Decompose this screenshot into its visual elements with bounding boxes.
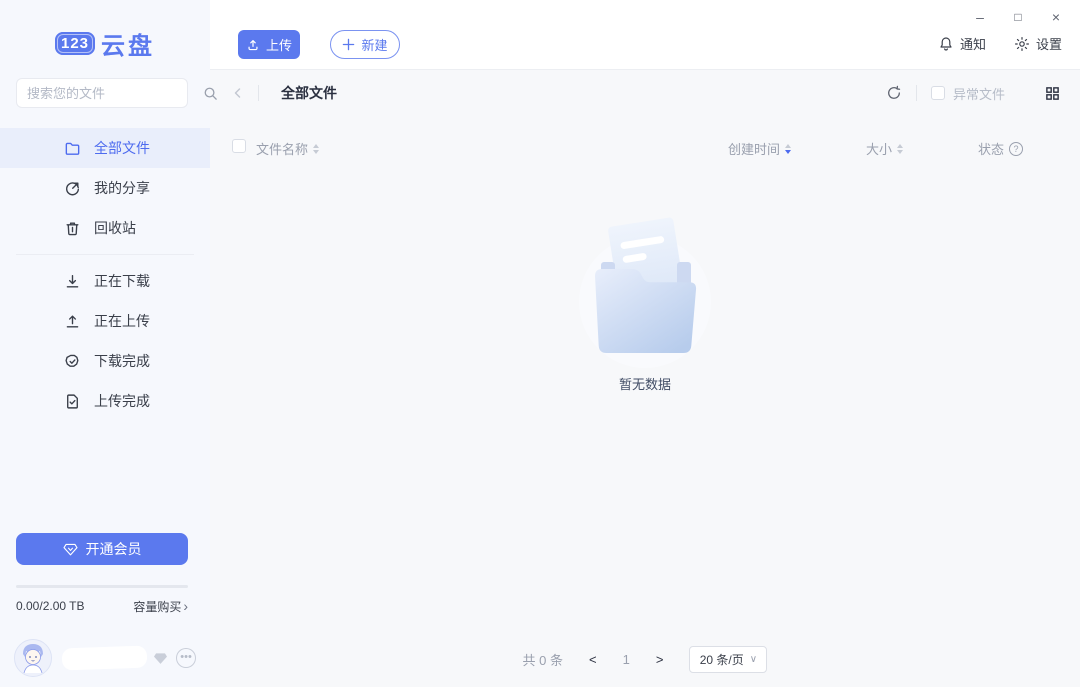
column-size[interactable]: 大小 (866, 139, 903, 158)
sidebar-nav: 全部文件 我的分享 回收站 正在 (0, 128, 210, 421)
empty-state: 暂无数据 (210, 212, 1080, 393)
search-input[interactable] (27, 86, 203, 101)
page-size-select[interactable]: 20 条/页 ∨ (689, 646, 767, 673)
page-size-value: 20 条/页 (700, 651, 744, 668)
sidebar-item-label: 下载完成 (94, 351, 150, 371)
buy-capacity-link[interactable]: 容量购买 › (133, 598, 188, 615)
folder-icon (64, 139, 82, 157)
bell-icon (938, 36, 954, 52)
vip-button-label: 开通会员 (86, 539, 142, 559)
chevron-down-icon: ∨ (750, 654, 757, 665)
sidebar-item-label: 正在下载 (94, 271, 150, 291)
user-account-row[interactable]: ••• (14, 636, 196, 680)
window-controls: – □ × (966, 6, 1070, 28)
toolbar-divider (916, 85, 917, 101)
sidebar-item-label: 我的分享 (94, 178, 150, 198)
storage-usage: 0.00/2.00 TB (16, 599, 85, 613)
storage-progress-bar (16, 585, 188, 588)
new-button-label: 新建 (361, 35, 387, 54)
username-redacted (62, 646, 148, 671)
sidebar-item-upload-complete[interactable]: 上传完成 (0, 381, 210, 421)
abnormal-files-label: 异常文件 (953, 84, 1005, 103)
more-options-button[interactable]: ••• (176, 648, 196, 668)
download-icon (64, 272, 82, 290)
vip-level-icon (153, 652, 168, 665)
open-vip-button[interactable]: 开通会员 (16, 533, 188, 565)
page-number[interactable]: 1 (623, 652, 630, 667)
select-all-checkbox[interactable] (232, 139, 246, 153)
avatar[interactable] (14, 639, 52, 677)
empty-folder-illustration (565, 212, 725, 370)
upload-icon (64, 312, 82, 330)
sidebar-item-label: 全部文件 (94, 138, 150, 158)
trash-icon (64, 219, 82, 237)
app-name: 云盘 (101, 26, 155, 61)
notifications-label: 通知 (960, 34, 986, 53)
sidebar-item-all-files[interactable]: 全部文件 (0, 128, 210, 168)
sidebar-item-recycle-bin[interactable]: 回收站 (0, 208, 210, 248)
abnormal-files-checkbox[interactable] (931, 86, 945, 100)
refresh-button[interactable] (886, 85, 902, 101)
settings-label: 设置 (1036, 34, 1062, 53)
upload-button[interactable]: 上传 (238, 30, 300, 59)
column-status: 状态 ? (978, 139, 1023, 158)
new-button[interactable]: 新建 (330, 30, 400, 59)
logo-badge-icon: 123 (55, 32, 95, 55)
table-header: 文件名称 创建时间 大小 状态 ? (210, 134, 1080, 160)
sidebar-item-download-complete[interactable]: 下载完成 (0, 341, 210, 381)
sort-icons[interactable] (313, 144, 319, 154)
sort-icons[interactable] (785, 144, 791, 154)
toolbar-row: 全部文件 异常文件 (210, 78, 1080, 108)
empty-message: 暂无数据 (210, 374, 1080, 393)
notifications-button[interactable]: 通知 (938, 34, 986, 53)
grid-view-icon[interactable] (1045, 86, 1060, 101)
column-label: 状态 (978, 139, 1004, 158)
search-icon (203, 86, 218, 101)
sidebar: 123 云盘 全部文件 我的分享 (0, 0, 210, 687)
gear-icon (1014, 36, 1030, 52)
sidebar-item-uploading[interactable]: 正在上传 (0, 301, 210, 341)
pagination: 共 0 条 < 1 > 20 条/页 ∨ (210, 646, 1080, 673)
column-label: 大小 (866, 139, 892, 158)
settings-button[interactable]: 设置 (1014, 34, 1062, 53)
buy-capacity-label: 容量购买 (133, 598, 181, 615)
sort-icons[interactable] (897, 144, 903, 154)
breadcrumb: 全部文件 (281, 83, 337, 103)
column-label: 文件名称 (256, 139, 308, 158)
sidebar-item-downloading[interactable]: 正在下载 (0, 261, 210, 301)
close-button[interactable]: × (1042, 6, 1070, 28)
sidebar-item-label: 回收站 (94, 218, 136, 238)
maximize-button[interactable]: □ (1004, 6, 1032, 28)
toolbar-divider (258, 85, 259, 101)
chevron-right-icon: › (183, 598, 188, 614)
column-label: 创建时间 (728, 139, 780, 158)
back-button[interactable] (230, 85, 246, 101)
upload-button-label: 上传 (266, 35, 292, 54)
top-bar: – □ × 上传 新建 (210, 0, 1080, 70)
search-box[interactable] (16, 78, 188, 108)
share-icon (64, 179, 82, 197)
minimize-button[interactable]: – (966, 6, 994, 28)
pagination-total: 共 0 条 (523, 650, 563, 669)
help-icon[interactable]: ? (1009, 142, 1023, 156)
column-file-name[interactable]: 文件名称 (256, 139, 319, 158)
main-area: – □ × 上传 新建 (210, 0, 1080, 687)
plus-icon (342, 38, 355, 51)
app-logo: 123 云盘 (0, 26, 210, 61)
gem-icon (63, 543, 78, 556)
column-created-time[interactable]: 创建时间 (728, 139, 791, 158)
nav-divider (16, 254, 194, 255)
next-page-button[interactable]: > (652, 650, 668, 669)
sidebar-item-label: 正在上传 (94, 311, 150, 331)
check-badge-icon (64, 352, 82, 370)
sidebar-item-label: 上传完成 (94, 391, 150, 411)
upload-icon (246, 38, 260, 52)
sidebar-item-my-shares[interactable]: 我的分享 (0, 168, 210, 208)
prev-page-button[interactable]: < (585, 650, 601, 669)
doc-check-icon (64, 392, 82, 410)
